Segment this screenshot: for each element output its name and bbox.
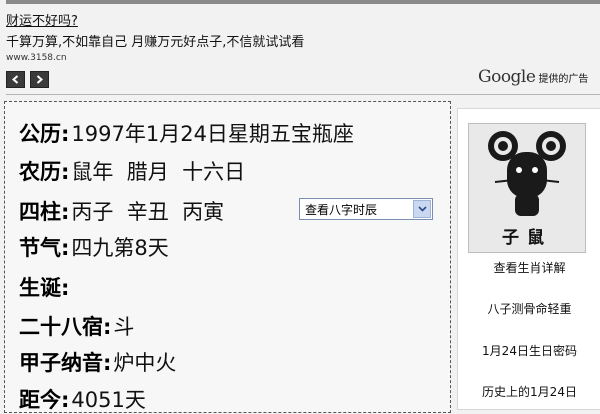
nayin-value: 炉中火 [113,351,177,375]
row-sizhu: 四柱: 丙子 辛丑 丙寅 [19,196,224,226]
ad-text[interactable]: 千算万算,不如靠自己 月赚万元好点子,不信就试试看 [6,31,304,50]
last-label: 距今: [19,388,70,412]
row-nongli: 农历: 鼠年 腊月 十六日 [19,156,245,186]
birthday-code-link[interactable]: 1月24日生日密码 [458,342,600,359]
google-ads-link[interactable]: Google 提供的广告 [478,67,588,87]
row-xiu: 二十八宿: 斗 [19,311,134,341]
ad-title-link[interactable]: 财运不好吗? [6,10,78,29]
date-info-panel: 公历: 1997年1月24日星期五宝瓶座 农历: 鼠年 腊月 十六日 四柱: 丙… [4,101,451,413]
row-nayin: 甲子纳音: 炉中火 [19,347,176,377]
history-today-link[interactable]: 历史上的1月24日 [458,383,600,400]
next-ad-button[interactable] [30,71,49,88]
chevron-down-icon[interactable] [413,200,431,218]
chevron-right-icon [36,75,44,84]
bone-weight-link[interactable]: 八子测骨命轻重 [458,300,600,317]
shengdan-label: 生诞: [19,276,70,300]
zodiac-name: 子鼠 [502,228,552,248]
google-logo: Google [478,67,536,87]
prev-ad-button[interactable] [6,71,25,88]
nongli-value: 鼠年 腊月 十六日 [71,160,246,184]
jieqi-label: 节气: [19,236,70,260]
zodiac-card[interactable]: 子鼠 [468,123,586,253]
gongli-label: 公历: [19,122,70,146]
row-last: 距今: 4051天 [19,384,146,414]
top-divider [6,0,600,4]
jieqi-value: 四九第8天 [71,236,169,260]
ad-url[interactable]: www.3158.cn [6,53,67,63]
hour-select-value: 查看八字时辰 [305,202,378,217]
xiu-value: 斗 [113,315,135,339]
sizhu-label: 四柱: [19,200,70,224]
row-shengdan: 生诞: [19,272,71,302]
sizhu-value: 丙子 辛丑 丙寅 [71,200,225,224]
zodiac-sidebar: 子鼠 查看生肖详解 八子测骨命轻重 1月24日生日密码 历史上的1月24日 [457,108,600,410]
row-gongli: 公历: 1997年1月24日星期五宝瓶座 [19,118,354,148]
row-jieqi: 节气: 四九第8天 [19,232,169,262]
chevron-left-icon [11,75,19,84]
hour-select-dropdown[interactable]: 查看八字时辰 [299,198,433,220]
nayin-label: 甲子纳音: [19,351,112,375]
section-divider [6,94,600,95]
nongli-label: 农历: [19,160,70,184]
gongli-value: 1997年1月24日星期五宝瓶座 [71,122,354,146]
zodiac-detail-link[interactable]: 查看生肖详解 [458,259,600,276]
last-value: 4051天 [71,388,146,412]
google-ads-text: 提供的广告 [538,74,589,85]
rat-icon [488,131,566,216]
xiu-label: 二十八宿: [19,315,112,339]
